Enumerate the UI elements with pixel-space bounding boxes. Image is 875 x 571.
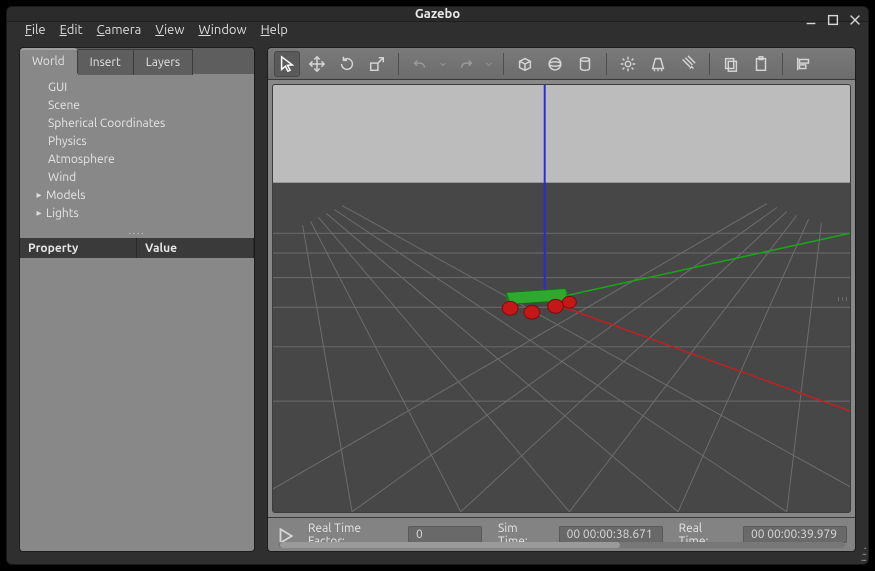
property-col-value[interactable]: Value [137, 238, 254, 258]
spot-light-icon[interactable] [645, 51, 671, 77]
rtf-value: 0 [408, 526, 482, 543]
menu-view[interactable]: View [155, 23, 184, 37]
toolbar-separator [709, 53, 710, 75]
statusbar: Real Time Factor: 0 Sim Time: 00 00:00:3… [268, 517, 855, 551]
caret-right-icon: ▸ [34, 189, 44, 201]
redo-icon [453, 51, 479, 77]
status-scrollbar[interactable] [278, 542, 845, 548]
realtime-value: 00 00:00:39.979 [743, 526, 847, 543]
left-panel-tabs: World Insert Layers [20, 48, 254, 74]
tab-layers[interactable]: Layers [134, 49, 193, 75]
menu-file[interactable]: File [25, 23, 46, 37]
content-area: World Insert Layers GUI Scene Spherical … [7, 37, 868, 564]
directional-light-icon[interactable] [675, 51, 701, 77]
panel-splitter-horizontal[interactable]: ···· [20, 228, 254, 238]
toolbar-separator [606, 53, 607, 75]
world-tree: GUI Scene Spherical Coordinates Physics … [20, 74, 254, 228]
tree-item[interactable]: Physics [20, 132, 254, 150]
redo-menu-icon [483, 51, 495, 77]
tree-item-models[interactable]: ▸Models [20, 186, 254, 204]
caret-right-icon: ▸ [34, 207, 44, 219]
window-title: Gazebo [415, 7, 460, 21]
sphere-shape-icon[interactable] [542, 51, 568, 77]
panel-splitter-vertical[interactable]: ······ [836, 297, 848, 301]
property-body [20, 258, 254, 551]
undo-icon [407, 51, 433, 77]
cylinder-shape-icon[interactable] [572, 51, 598, 77]
window-controls [804, 7, 862, 33]
tree-item[interactable]: GUI [20, 78, 254, 96]
scale-tool-icon[interactable] [364, 51, 390, 77]
tree-item[interactable]: Wind [20, 168, 254, 186]
tree-item-lights[interactable]: ▸Lights [20, 204, 254, 222]
simtime-value: 00 00:00:38.671 [559, 526, 663, 543]
maximize-button[interactable] [826, 13, 840, 27]
undo-menu-icon [437, 51, 449, 77]
play-button[interactable] [276, 527, 292, 543]
move-tool-icon[interactable] [304, 51, 330, 77]
viewport-3d[interactable]: ······ [272, 84, 851, 513]
resize-grip-icon[interactable]: .. . . .. . . . [861, 543, 865, 561]
property-col-name[interactable]: Property [20, 238, 137, 258]
paste-icon[interactable] [748, 51, 774, 77]
right-panel: ······ Real Time Factor: 0 Sim Time: 00 … [267, 47, 856, 552]
toolbar-separator [503, 53, 504, 75]
toolbar-separator [398, 53, 399, 75]
app-window: Gazebo File Edit Camera View Window Help… [6, 6, 869, 565]
menu-help[interactable]: Help [261, 23, 288, 37]
menubar: File Edit Camera View Window Help [7, 22, 868, 37]
toolbar-separator [782, 53, 783, 75]
tab-insert[interactable]: Insert [78, 49, 134, 75]
rotate-tool-icon[interactable] [334, 51, 360, 77]
minimize-button[interactable] [804, 13, 818, 27]
select-tool-icon[interactable] [274, 51, 300, 77]
tree-item[interactable]: Atmosphere [20, 150, 254, 168]
box-shape-icon[interactable] [512, 51, 538, 77]
main-toolbar [268, 48, 855, 80]
close-button[interactable] [848, 13, 862, 27]
align-icon[interactable] [791, 51, 817, 77]
property-header: Property Value [20, 238, 254, 258]
left-panel: World Insert Layers GUI Scene Spherical … [19, 47, 255, 552]
point-light-icon[interactable] [615, 51, 641, 77]
menu-edit[interactable]: Edit [60, 23, 83, 37]
tab-world[interactable]: World [20, 48, 78, 74]
copy-icon[interactable] [718, 51, 744, 77]
menu-window[interactable]: Window [198, 23, 246, 37]
tree-item[interactable]: Spherical Coordinates [20, 114, 254, 132]
menu-camera[interactable]: Camera [97, 23, 142, 37]
scene-render [273, 85, 850, 512]
window-titlebar: Gazebo [7, 7, 868, 22]
tree-item[interactable]: Scene [20, 96, 254, 114]
